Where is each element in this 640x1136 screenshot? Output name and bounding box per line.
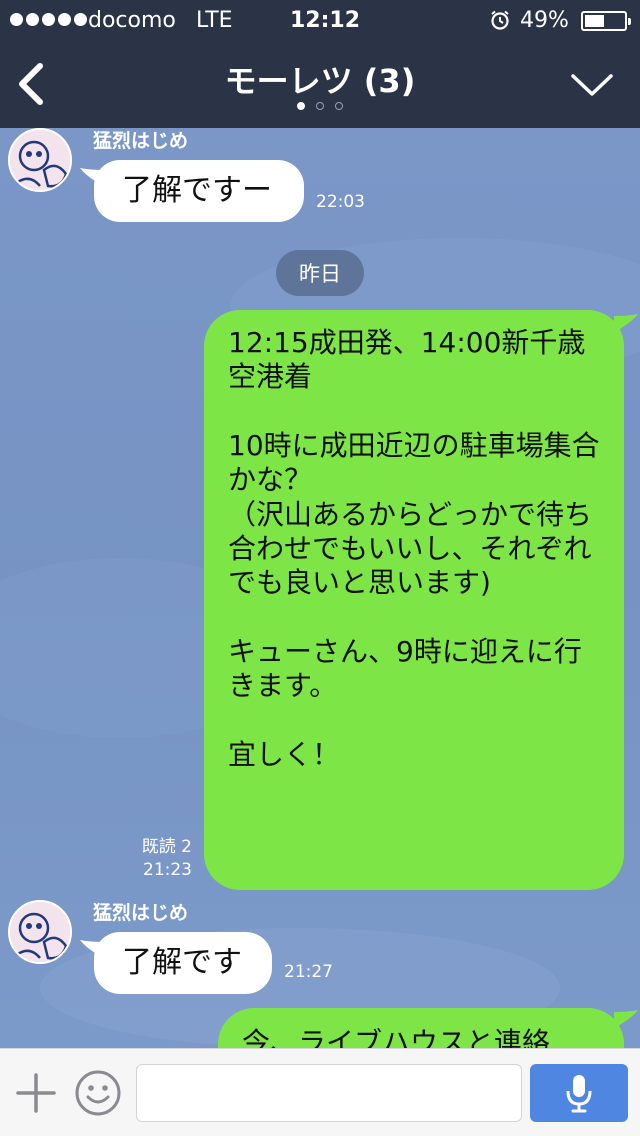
chat-area[interactable]: 猛烈はじめ 了解ですー 22:03 昨日 12:15成田発、14:00新千歳空港…	[0, 128, 640, 1048]
outgoing-message-bubble[interactable]: 12:15成田発、14:00新千歳空港着 10時に成田近辺の駐車場集合かな？ （…	[204, 310, 624, 890]
page-dot	[316, 102, 324, 110]
status-time: 12:12	[290, 8, 361, 33]
avatar[interactable]	[8, 128, 72, 192]
page-indicator	[0, 102, 640, 110]
message-paragraph: キューさん、9時に迎えに行きます。	[228, 635, 582, 703]
battery-icon	[581, 11, 631, 31]
battery-level	[585, 15, 604, 27]
bubble-tail	[614, 1010, 638, 1028]
plus-icon[interactable]	[16, 1073, 56, 1113]
message-paragraph: 10時に成田近辺の駐車場集合かな？ （沢山あるからどっかで待ち合わせでもいいし、…	[228, 429, 600, 599]
carrier-name: docomo	[88, 8, 176, 33]
message-paragraph: 12:15成田発、14:00新千歳空港着	[228, 326, 586, 394]
message-time: 22:03	[316, 192, 365, 212]
signal-strength-icon	[10, 13, 87, 26]
nav-bar: モーレツ (3)	[0, 40, 640, 128]
message-composer	[0, 1048, 640, 1136]
message-input[interactable]	[136, 1064, 522, 1122]
avatar[interactable]	[8, 900, 72, 964]
message-paragraph: 宜しく！	[228, 738, 341, 772]
message-time: 21:23	[143, 859, 192, 880]
message-text: 了解です	[122, 945, 242, 980]
outgoing-message-bubble[interactable]: 今、ライブハウスと連絡	[218, 1008, 624, 1048]
battery-percent: 49%	[520, 8, 569, 33]
network-type: LTE	[196, 8, 233, 33]
voice-button[interactable]	[530, 1064, 628, 1122]
message-text: 今、ライブハウスと連絡	[242, 1026, 551, 1048]
chat-title[interactable]: モーレツ (3)	[0, 56, 640, 102]
dropdown-chevron-icon[interactable]	[570, 70, 614, 100]
read-count: 既読 2	[141, 837, 192, 857]
status-bar: docomo LTE 12:12 49%	[0, 0, 640, 40]
page-dot	[335, 102, 343, 110]
bubble-tail	[614, 314, 638, 332]
sender-name: 猛烈はじめ	[93, 130, 189, 152]
alarm-icon	[491, 10, 509, 30]
date-separator: 昨日	[276, 250, 364, 296]
smiley-icon[interactable]	[74, 1069, 122, 1117]
sender-name: 猛烈はじめ	[93, 902, 189, 924]
incoming-message-bubble[interactable]: 了解です	[94, 932, 272, 994]
incoming-message-bubble[interactable]: 了解ですー	[94, 160, 304, 222]
microphone-icon	[566, 1075, 592, 1113]
message-time: 21:27	[284, 962, 333, 982]
chat-header: docomo LTE 12:12 49% モーレツ (3)	[0, 0, 640, 128]
message-text: 了解ですー	[122, 173, 272, 208]
read-receipt: 既読 2 21:23	[138, 836, 192, 882]
page-dot	[297, 102, 305, 110]
